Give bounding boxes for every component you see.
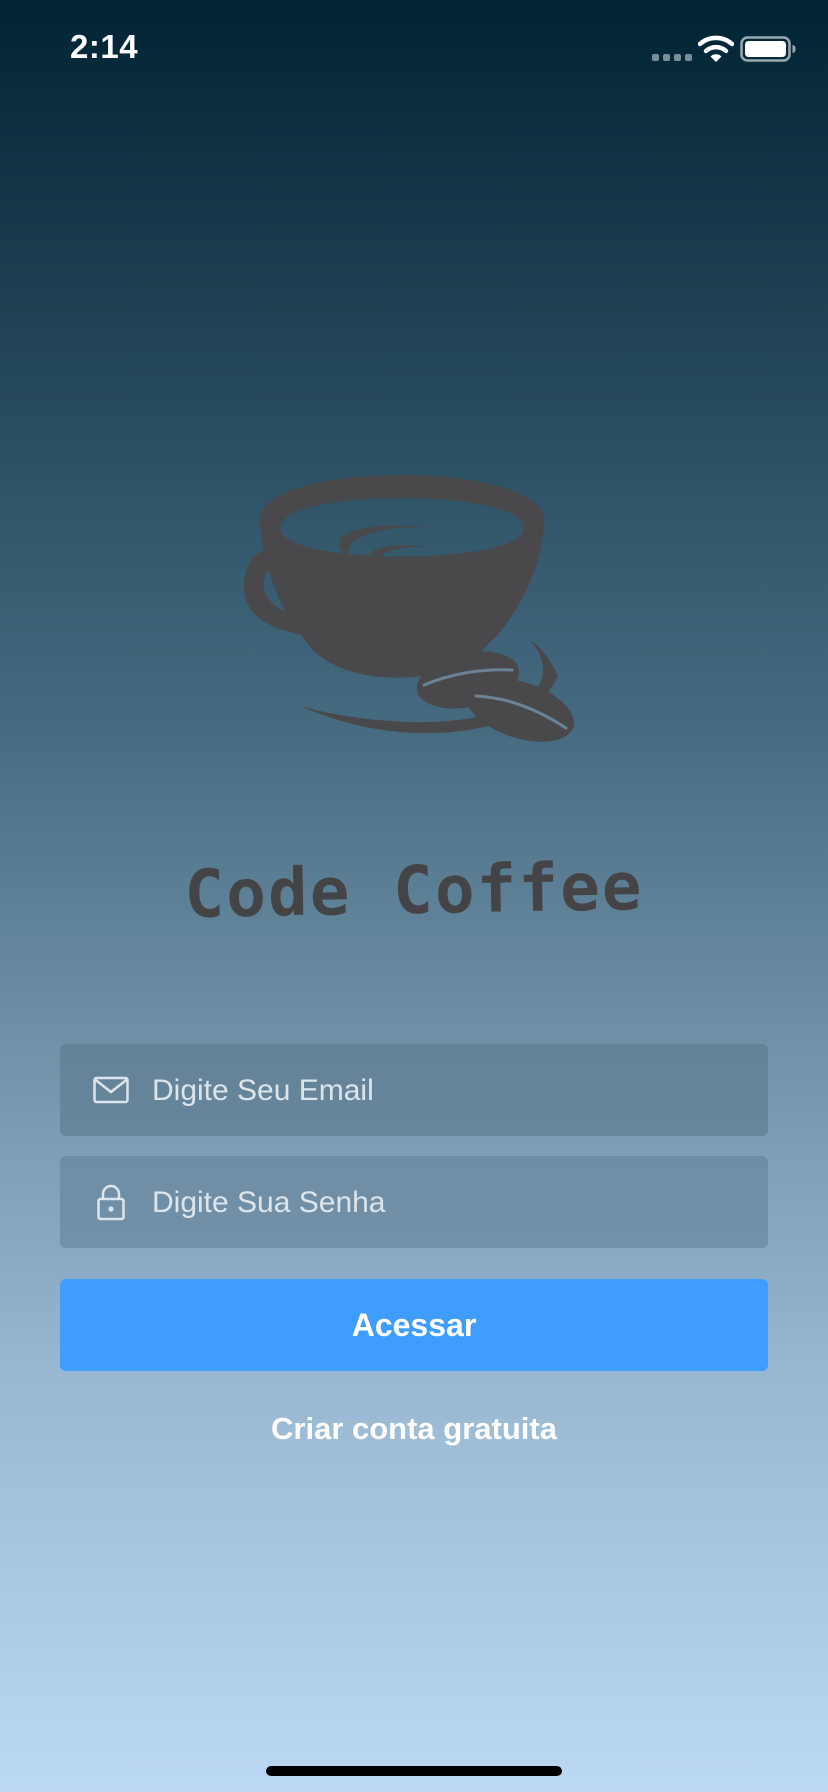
lock-icon bbox=[97, 1184, 125, 1221]
create-account-link[interactable]: Criar conta gratuita bbox=[214, 1404, 614, 1454]
home-indicator[interactable] bbox=[266, 1766, 562, 1776]
wifi-icon bbox=[698, 35, 734, 62]
login-screen: 2:14 Code Coffee Digite Seu Email Acessa… bbox=[0, 0, 828, 1792]
login-button[interactable]: Acessar bbox=[60, 1279, 768, 1371]
status-bar: 2:14 bbox=[0, 0, 828, 100]
battery-icon bbox=[740, 36, 796, 62]
password-field[interactable] bbox=[60, 1156, 768, 1250]
password-input[interactable] bbox=[150, 1156, 744, 1250]
status-time: 2:14 bbox=[70, 28, 139, 65]
envelope-icon bbox=[93, 1076, 129, 1104]
app-title: Code Coffee bbox=[183, 847, 645, 934]
signal-icon bbox=[652, 54, 692, 61]
email-field[interactable] bbox=[60, 1044, 768, 1138]
coffee-cup-icon bbox=[243, 475, 574, 742]
email-input[interactable] bbox=[150, 1044, 744, 1138]
